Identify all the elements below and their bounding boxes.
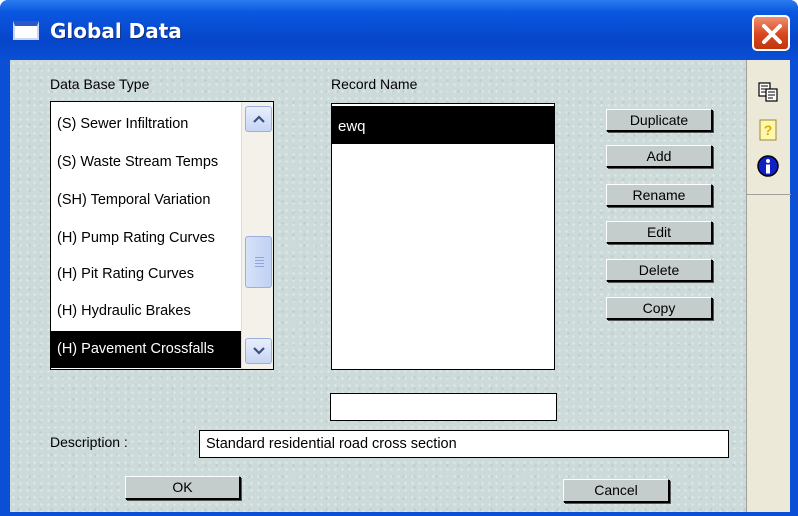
svg-text:?: ? <box>764 122 773 138</box>
record-name-input[interactable] <box>330 393 557 421</box>
copy-pages-icon <box>758 82 778 102</box>
add-button[interactable]: Add <box>606 145 712 167</box>
description-label: Description : <box>50 434 128 450</box>
info-button[interactable] <box>754 152 782 180</box>
list-item[interactable]: (S) Waste Stream Temps <box>51 144 241 181</box>
database-type-label: Data Base Type <box>50 76 150 92</box>
global-data-window: Global Data ? Data Base Type (S) Sewer I… <box>0 0 798 516</box>
info-icon <box>757 155 779 177</box>
help-button[interactable]: ? <box>754 116 782 144</box>
record-name-label: Record Name <box>331 76 418 92</box>
scroll-up-button[interactable] <box>245 106 272 132</box>
record-item-selected[interactable]: ewq <box>332 106 554 144</box>
title-bar[interactable]: Global Data <box>0 0 798 60</box>
scroll-thumb[interactable] <box>245 236 272 288</box>
list-item[interactable]: (SH) Temporal Variation <box>51 182 241 219</box>
close-icon <box>762 24 782 44</box>
list-item[interactable]: (S) Sewer Infiltration <box>51 106 241 143</box>
window-icon <box>13 21 39 40</box>
chevron-up-icon <box>252 115 265 123</box>
description-input[interactable]: Standard residential road cross section <box>199 430 729 458</box>
edit-button[interactable]: Edit <box>606 221 712 243</box>
rename-button[interactable]: Rename <box>606 184 712 206</box>
vertical-scrollbar[interactable] <box>241 102 273 369</box>
ok-button[interactable]: OK <box>125 476 240 499</box>
list-item[interactable]: (H) Pump Rating Curves <box>51 220 241 257</box>
toolbar-separator <box>747 194 791 195</box>
close-button[interactable] <box>752 15 790 51</box>
delete-button[interactable]: Delete <box>606 259 712 281</box>
list-item[interactable]: (H) Hydraulic Brakes <box>51 293 241 330</box>
help-question-icon: ? <box>759 119 777 141</box>
copy-button[interactable]: Copy <box>606 297 712 319</box>
list-item-selected[interactable]: (H) Pavement Crossfalls <box>51 331 241 368</box>
scroll-down-button[interactable] <box>245 338 272 364</box>
cancel-button[interactable]: Cancel <box>563 479 669 502</box>
chevron-down-icon <box>252 347 265 355</box>
window-title: Global Data <box>50 19 182 43</box>
side-toolbar: ? <box>746 60 791 512</box>
database-type-list[interactable]: (S) Sewer Infiltration (S) Waste Stream … <box>50 101 274 370</box>
copy-pages-button[interactable] <box>754 78 782 106</box>
window-border <box>0 512 798 516</box>
list-item[interactable]: (H) Pit Rating Curves <box>51 256 241 293</box>
record-name-list[interactable]: ewq <box>331 103 555 370</box>
duplicate-button[interactable]: Duplicate <box>606 109 712 131</box>
